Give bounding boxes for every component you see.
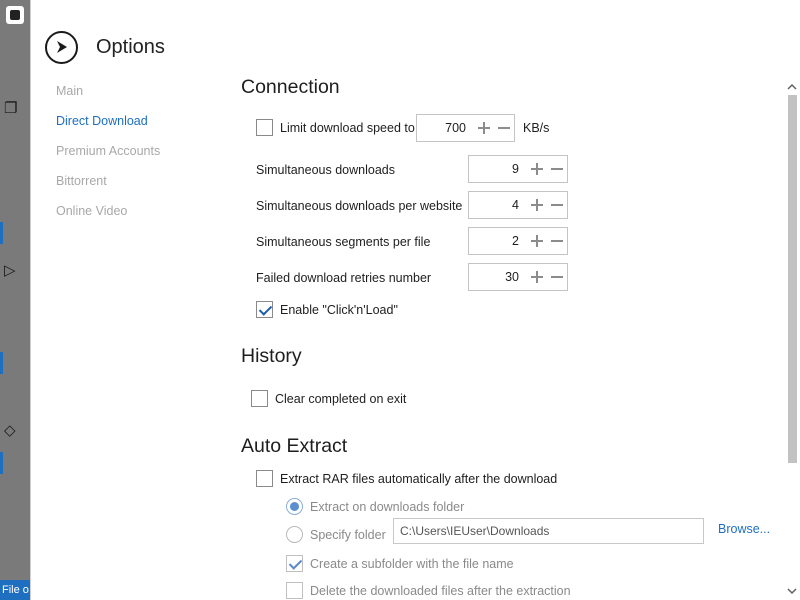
nav-indicator xyxy=(0,222,3,244)
status-bar: File o xyxy=(0,580,30,600)
section-title-connection: Connection xyxy=(241,76,340,98)
nav-item-premium-accounts[interactable]: Premium Accounts xyxy=(56,142,160,172)
create-subfolder-label: Create a subfolder with the file name xyxy=(310,557,514,571)
stepper-value: 4 xyxy=(512,198,519,212)
scroll-up-button[interactable] xyxy=(783,80,800,94)
copy-icon: ❐ xyxy=(4,100,18,117)
extract-on-downloads-label: Extract on downloads folder xyxy=(310,500,465,514)
segments-label: Simultaneous segments per file xyxy=(256,235,431,249)
plus-icon xyxy=(531,235,543,247)
chevron-down-icon xyxy=(786,588,797,595)
browse-link[interactable]: Browse... xyxy=(718,522,770,536)
stepper-value: 2 xyxy=(512,234,519,248)
label-icon: ▷ xyxy=(4,262,16,279)
stepper-value: 9 xyxy=(512,162,519,176)
minus-icon xyxy=(551,276,563,278)
create-subfolder-checkbox[interactable] xyxy=(286,555,303,572)
nav-item-online-video[interactable]: Online Video xyxy=(56,202,160,232)
segments-stepper[interactable]: 2 xyxy=(468,227,568,255)
stepper-value: 700 xyxy=(445,121,466,135)
minus-icon xyxy=(551,168,563,170)
decrement-button[interactable] xyxy=(547,228,567,254)
decrement-button[interactable] xyxy=(547,264,567,290)
increment-button[interactable] xyxy=(474,115,494,141)
decrement-button[interactable] xyxy=(494,115,514,141)
minus-icon xyxy=(551,204,563,206)
click-n-load-label: Enable "Click'n'Load" xyxy=(280,303,398,317)
increment-button[interactable] xyxy=(527,156,547,182)
back-button[interactable] xyxy=(45,30,78,64)
nav-item-direct-download[interactable]: Direct Download xyxy=(56,112,160,142)
plus-icon xyxy=(531,271,543,283)
click-n-load-checkbox[interactable] xyxy=(256,301,273,318)
extract-rar-checkbox[interactable] xyxy=(256,470,273,487)
nav-indicator xyxy=(0,452,3,474)
folder-path-input[interactable]: C:\Users\IEUser\Downloads xyxy=(393,518,704,544)
decrement-button[interactable] xyxy=(547,192,567,218)
minus-icon xyxy=(551,240,563,242)
vertical-scrollbar[interactable] xyxy=(783,78,800,600)
options-dialog: Options Main Direct Download Premium Acc… xyxy=(30,0,800,600)
plus-icon xyxy=(478,122,490,134)
delete-after-label: Delete the downloaded files after the ex… xyxy=(310,584,571,598)
chevron-up-icon xyxy=(786,83,797,90)
plus-icon xyxy=(531,199,543,211)
speed-unit-label: KB/s xyxy=(523,121,550,135)
simultaneous-downloads-label: Simultaneous downloads xyxy=(256,163,395,177)
chevron-right-icon xyxy=(56,41,67,53)
per-website-stepper[interactable]: 4 xyxy=(468,191,568,219)
retries-stepper[interactable]: 30 xyxy=(468,263,568,291)
extract-on-downloads-radio[interactable] xyxy=(286,498,303,515)
clear-on-exit-checkbox[interactable] xyxy=(251,390,268,407)
limit-speed-stepper[interactable]: 700 xyxy=(416,114,515,142)
app-logo-icon xyxy=(6,6,24,24)
tag-icon: ◇ xyxy=(4,422,16,439)
minus-icon xyxy=(498,127,510,129)
scroll-down-button[interactable] xyxy=(783,584,800,598)
limit-speed-label: Limit download speed to xyxy=(280,121,415,135)
plus-icon xyxy=(531,163,543,175)
simultaneous-downloads-stepper[interactable]: 9 xyxy=(468,155,568,183)
dialog-header: Options xyxy=(45,30,165,64)
increment-button[interactable] xyxy=(527,228,547,254)
clear-on-exit-label: Clear completed on exit xyxy=(275,392,407,406)
decrement-button[interactable] xyxy=(547,156,567,182)
limit-speed-checkbox[interactable] xyxy=(256,119,273,136)
nav-item-bittorrent[interactable]: Bittorrent xyxy=(56,172,160,202)
specify-folder-label: Specify folder xyxy=(310,528,386,542)
nav-item-main[interactable]: Main xyxy=(56,82,160,112)
increment-button[interactable] xyxy=(527,264,547,290)
scroll-thumb[interactable] xyxy=(788,95,797,463)
extract-rar-label: Extract RAR files automatically after th… xyxy=(280,472,558,486)
specify-folder-radio[interactable] xyxy=(286,526,303,543)
nav-indicator xyxy=(0,352,3,374)
stepper-value: 30 xyxy=(505,270,519,284)
options-nav: Main Direct Download Premium Accounts Bi… xyxy=(56,82,160,232)
background-app: ❐ ▷ ◇ File o xyxy=(0,0,30,600)
per-website-label: Simultaneous downloads per website xyxy=(256,199,463,213)
section-title-auto-extract: Auto Extract xyxy=(241,435,348,457)
retries-label: Failed download retries number xyxy=(256,271,432,285)
section-title-history: History xyxy=(241,345,302,367)
delete-after-checkbox[interactable] xyxy=(286,582,303,599)
increment-button[interactable] xyxy=(527,192,547,218)
page-title: Options xyxy=(96,35,165,58)
